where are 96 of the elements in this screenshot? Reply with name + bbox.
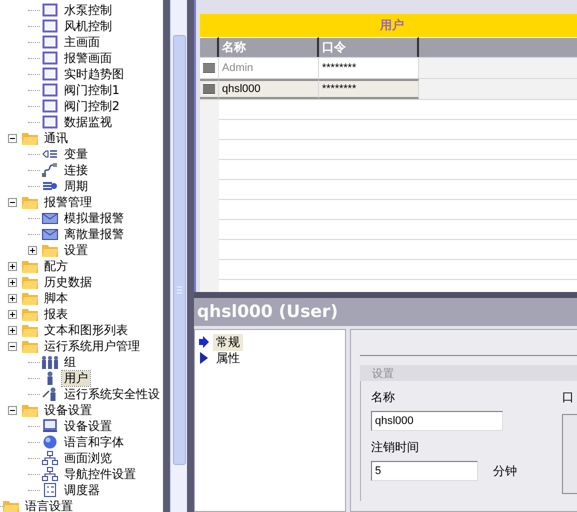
tree-item[interactable]: 运行系统安全性设 — [62, 386, 162, 402]
tree-item[interactable]: 阀门控制1 — [62, 82, 122, 98]
folder-icon — [3, 499, 19, 512]
tree-item[interactable]: 报警管理 — [42, 194, 94, 210]
connection-icon — [42, 163, 58, 177]
tree-item[interactable]: 组 — [62, 354, 78, 370]
panel-title: qhsl000 (User) — [197, 302, 338, 322]
user-key-icon — [42, 387, 58, 401]
table-cell: qhsl000 — [219, 79, 319, 99]
screen-icon — [42, 51, 58, 65]
column-header[interactable] — [419, 37, 577, 57]
folder-icon — [42, 243, 58, 257]
table-title: 用户 — [380, 17, 404, 34]
field-label: 名称 — [371, 389, 396, 406]
globe-icon — [42, 435, 58, 449]
screen-icon — [42, 83, 58, 97]
logoff-field[interactable]: 5 — [371, 461, 478, 481]
tree-item[interactable]: 画面浏览 — [62, 450, 114, 466]
list-box[interactable] — [562, 414, 577, 494]
table-cell: ******** — [319, 58, 419, 78]
tree-item[interactable]: 设备设置 — [62, 418, 114, 434]
tree-item[interactable]: 变量 — [62, 146, 90, 162]
tree-item[interactable]: 周期 — [62, 178, 90, 194]
field-label: 口 — [562, 389, 574, 406]
list-icon — [42, 483, 58, 497]
folder-icon — [22, 323, 38, 337]
folder-icon — [22, 291, 38, 305]
tree-item[interactable]: 设备设置 — [42, 402, 94, 418]
row-handle-icon[interactable] — [203, 63, 215, 73]
folder-icon — [22, 195, 38, 209]
row-handle-icon[interactable] — [203, 84, 215, 94]
screen-icon — [42, 35, 58, 49]
corner-cell[interactable] — [200, 37, 219, 57]
screen-icon — [42, 115, 58, 129]
nav-item[interactable]: 属性 — [213, 350, 243, 366]
tree-item[interactable]: 运行系统用户管理 — [42, 338, 142, 354]
name-field[interactable]: qhsl000 — [371, 411, 503, 431]
tree-item[interactable]: 数据监视 — [62, 114, 114, 130]
expand-icon[interactable] — [8, 262, 17, 270]
nav-item[interactable]: 常规 — [213, 334, 243, 350]
collapse-icon[interactable] — [8, 406, 17, 414]
row-selector[interactable] — [200, 79, 219, 99]
collapse-icon[interactable] — [8, 342, 17, 350]
group-title: 设置 — [372, 366, 394, 380]
tree-item[interactable]: 报警画面 — [62, 50, 114, 66]
tree-item[interactable]: 连接 — [62, 162, 90, 178]
tree-item[interactable]: 离散量报警 — [62, 226, 126, 242]
monitor-icon — [42, 419, 58, 433]
tree-item[interactable]: 风机控制 — [62, 18, 114, 34]
screen-icon — [42, 99, 58, 113]
table-cell: Admin — [219, 58, 319, 78]
arrow-icon — [199, 352, 209, 364]
tree-item[interactable]: 报表 — [42, 306, 70, 322]
expand-icon[interactable] — [8, 294, 17, 302]
collapse-icon[interactable] — [8, 198, 17, 206]
folder-icon — [22, 275, 38, 289]
folder-icon — [22, 131, 38, 145]
screen-icon — [42, 19, 58, 33]
table-cell: ******** — [319, 79, 419, 99]
diamond-arrow-icon — [199, 336, 209, 348]
envelope-icon — [42, 211, 58, 225]
expand-icon[interactable] — [8, 326, 17, 334]
folder-icon — [22, 259, 38, 273]
tree-item[interactable]: 模拟量报警 — [62, 210, 126, 226]
tree-item[interactable]: 配方 — [42, 258, 70, 274]
tree-item[interactable]: 语言设置 — [23, 498, 75, 512]
envelope-icon — [42, 227, 58, 241]
folder-icon — [22, 339, 38, 353]
tree-item[interactable]: 用户 — [62, 370, 90, 386]
hierarchy-icon — [42, 467, 58, 481]
tree-item[interactable]: 阀门控制2 — [62, 98, 122, 114]
expand-icon[interactable] — [8, 278, 17, 286]
expand-icon[interactable] — [28, 246, 37, 254]
expand-icon[interactable] — [8, 310, 17, 318]
scrollbar-thumb[interactable] — [173, 35, 186, 465]
cycle-icon — [42, 179, 58, 193]
tree-item[interactable]: 导航控件设置 — [62, 466, 138, 482]
screen-icon — [42, 3, 58, 17]
tree-item[interactable]: 调度器 — [62, 482, 102, 498]
unit-label: 分钟 — [493, 462, 517, 480]
users-icon — [42, 355, 58, 369]
tree-item[interactable]: 主画面 — [62, 34, 102, 50]
tree-item[interactable]: 文本和图形列表 — [42, 322, 130, 338]
tree-item[interactable]: 脚本 — [42, 290, 70, 306]
hierarchy-icon — [42, 451, 58, 465]
screen-icon — [42, 67, 58, 81]
folder-icon — [22, 403, 38, 417]
collapse-icon[interactable] — [8, 134, 17, 142]
tree-item[interactable]: 语言和字体 — [62, 434, 126, 450]
field-label: 注销时间 — [371, 439, 420, 456]
folder-icon — [22, 307, 38, 321]
tree-item[interactable]: 实时趋势图 — [62, 66, 126, 82]
tree-item[interactable]: 通讯 — [42, 130, 70, 146]
tree-item[interactable]: 设置 — [62, 242, 90, 258]
tree-item[interactable]: 历史数据 — [42, 274, 94, 290]
tree-item[interactable]: 水泵控制 — [62, 2, 114, 18]
